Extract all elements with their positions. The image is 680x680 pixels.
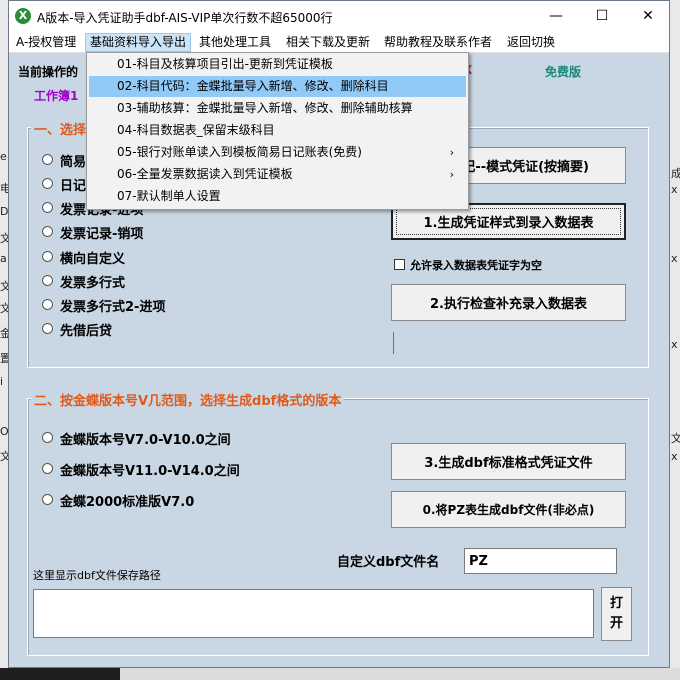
dropdown-item[interactable]: 05-银行对账单读入到模板简易日记账表(免费) › xyxy=(89,142,466,163)
edge-text: x xyxy=(671,450,678,463)
close-button[interactable]: ✕ xyxy=(625,1,671,32)
current-op-label: 当前操作的 xyxy=(18,65,79,79)
menu-help[interactable]: 帮助教程及联系作者 xyxy=(380,34,496,51)
radio-option[interactable] xyxy=(42,178,53,189)
submenu-arrow-icon: › xyxy=(449,168,454,181)
excel-app-icon: X xyxy=(15,8,31,24)
dropdown-item-label: 06-全量发票数据读入到凭证模板 xyxy=(117,167,293,181)
edge-text: x xyxy=(671,252,678,265)
version-option-label: 金蝶版本号V11.0-V14.0之间 xyxy=(60,464,240,479)
edge-text: 成 xyxy=(671,167,680,180)
menu-downloads[interactable]: 相关下载及更新 xyxy=(282,34,374,51)
dropdown-item[interactable]: 04-科目数据表_保留末级科目 xyxy=(89,120,466,141)
radio-option[interactable] xyxy=(42,251,53,262)
generate-dbf-button[interactable]: 3.生成dbf标准格式凭证文件 xyxy=(391,443,626,480)
radio-option[interactable] xyxy=(42,154,53,165)
filename-input[interactable]: PZ xyxy=(464,548,617,574)
check-data-button[interactable]: 2.执行检查补充录入数据表 xyxy=(391,284,626,321)
dropdown-item[interactable]: 01-科目及核算项目引出-更新到凭证模板 xyxy=(89,54,466,75)
free-version-label: 免费版 xyxy=(545,65,582,79)
dropdown-item-label: 07-默认制单人设置 xyxy=(117,189,221,203)
basic-data-dropdown: 01-科目及核算项目引出-更新到凭证模板 02-科目代码：金蝶批量导入新增、修改… xyxy=(86,52,469,210)
dropdown-item-label: 03-辅助核算：金蝶批量导入新增、修改、删除辅助核算 xyxy=(117,101,413,115)
dropdown-item-label: 02-科目代码：金蝶批量导入新增、修改、删除科目 xyxy=(117,79,389,93)
dropdown-item[interactable]: 06-全量发票数据读入到凭证模板 › xyxy=(89,164,466,185)
menu-return[interactable]: 返回切换 xyxy=(503,34,559,51)
option-label: 横向自定义 xyxy=(60,252,126,267)
edge-text: x xyxy=(671,183,678,196)
radio-option[interactable] xyxy=(42,463,53,474)
option-label: 发票多行式 xyxy=(60,276,126,291)
section2-title: 二、按金蝶版本号V几范围，选择生成dbf格式的版本 xyxy=(31,390,345,409)
open-button[interactable]: 打开 xyxy=(601,587,632,641)
dropdown-item-label: 05-银行对账单读入到模板简易日记账表(免费) xyxy=(117,145,362,159)
allow-empty-checkbox[interactable] xyxy=(394,259,405,270)
option-label: 简易 xyxy=(60,155,87,170)
version-option-label: 金蝶版本号V7.0-V10.0之间 xyxy=(60,433,231,448)
dropdown-item[interactable]: 02-科目代码：金蝶批量导入新增、修改、删除科目 xyxy=(89,76,466,97)
option-label: 先借后贷 xyxy=(60,324,113,339)
path-hint-label: 这里显示dbf文件保存路径 xyxy=(33,569,161,582)
dropdown-item-label: 04-科目数据表_保留末级科目 xyxy=(117,123,275,137)
dropdown-item[interactable]: 03-辅助核算：金蝶批量导入新增、修改、删除辅助核算 xyxy=(89,98,466,119)
progress-indicator xyxy=(393,332,394,354)
radio-option[interactable] xyxy=(42,275,53,286)
radio-option[interactable] xyxy=(42,494,53,505)
submenu-arrow-icon: › xyxy=(449,146,454,159)
option-label: 发票多行式2-进项 xyxy=(60,300,166,315)
edge-text: a xyxy=(0,252,7,265)
dropdown-item[interactable]: 07-默认制单人设置 xyxy=(89,186,466,207)
edge-text: 文 xyxy=(671,432,680,445)
dropdown-item-label: 01-科目及核算项目引出-更新到凭证模板 xyxy=(117,57,333,71)
workbook-label: 工作簿1 xyxy=(34,89,79,103)
radio-option[interactable] xyxy=(42,202,53,213)
radio-option[interactable] xyxy=(42,226,53,237)
filename-label: 自定义dbf文件名 xyxy=(337,555,440,570)
edge-text: i xyxy=(0,375,4,388)
radio-option[interactable] xyxy=(42,299,53,310)
radio-option[interactable] xyxy=(42,323,53,334)
save-path-field[interactable] xyxy=(33,589,594,638)
radio-option[interactable] xyxy=(42,432,53,443)
taskbar-fragment xyxy=(0,668,680,680)
menu-bar: A-授权管理 基础资料导入导出 其他处理工具 相关下载及更新 帮助教程及联系作者… xyxy=(9,32,669,53)
title-bar[interactable]: X A版本-导入凭证助手dbf-AIS-VIP单次行数不超65000行 — ☐ … xyxy=(9,1,669,32)
menu-other-tools[interactable]: 其他处理工具 xyxy=(195,34,275,51)
pz-to-dbf-button[interactable]: 0.将PZ表生成dbf文件(非必点) xyxy=(391,491,626,528)
maximize-button[interactable]: ☐ xyxy=(579,1,625,32)
filename-value: PZ xyxy=(469,554,488,569)
option-label: 发票记录-销项 xyxy=(60,227,144,242)
section1-title: 一、选择 xyxy=(31,119,90,138)
option-label: 日记 xyxy=(60,179,87,194)
version-option-label: 金蝶2000标准版V7.0 xyxy=(60,495,195,510)
edge-text: e xyxy=(0,150,7,163)
menu-license[interactable]: A-授权管理 xyxy=(12,34,80,51)
allow-empty-label: 允许录入数据表凭证字为空 xyxy=(410,259,542,272)
minimize-button[interactable]: — xyxy=(533,1,579,32)
edge-text: x xyxy=(671,338,678,351)
window-title: A版本-导入凭证助手dbf-AIS-VIP单次行数不超65000行 xyxy=(37,11,333,25)
menu-basic-data[interactable]: 基础资料导入导出 xyxy=(85,33,192,52)
